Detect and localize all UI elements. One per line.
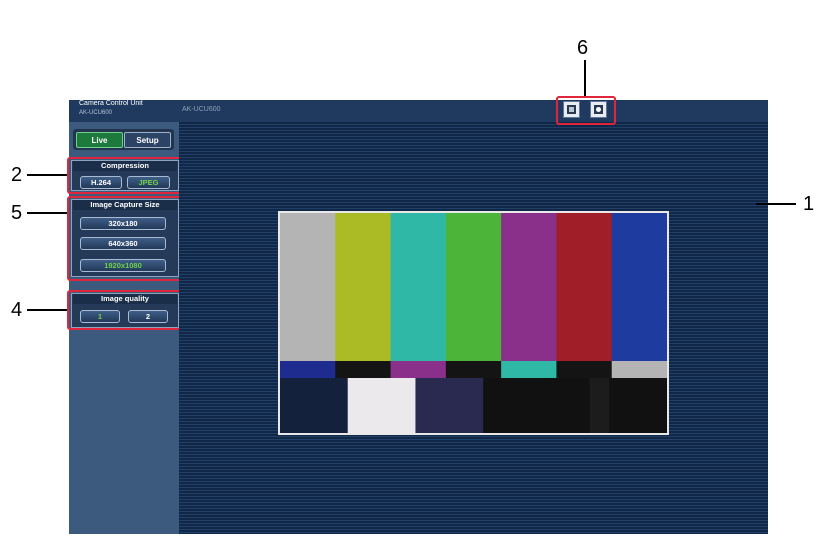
callout-line-2	[27, 174, 67, 176]
color-bar-mid	[501, 361, 557, 378]
color-bar-top	[280, 213, 336, 361]
color-bar-bottom	[570, 378, 591, 433]
tab-setup[interactable]: Setup	[124, 132, 171, 148]
color-bar-mid	[280, 361, 336, 378]
color-bar-top	[501, 213, 557, 361]
callout-box-2	[67, 157, 183, 194]
callout-line-5	[27, 212, 67, 214]
callout-box-6	[556, 96, 616, 125]
color-bars-svg	[280, 213, 668, 433]
color-bar-bottom	[415, 378, 484, 433]
callout-box-4	[67, 290, 183, 330]
callout-number-6: 6	[577, 37, 589, 59]
color-bar-bottom	[589, 378, 610, 433]
callout-number-5: 5	[11, 202, 23, 224]
tab-live[interactable]: Live	[76, 132, 123, 148]
callout-number-4: 4	[11, 299, 23, 321]
color-bar-mid	[335, 361, 392, 378]
color-bar-bottom	[608, 378, 668, 433]
callout-number-2: 2	[11, 164, 23, 186]
callout-line-4	[27, 309, 67, 311]
color-bar-mid	[445, 361, 502, 378]
color-bar-bottom	[280, 378, 349, 433]
color-bar-mid	[390, 361, 447, 378]
callout-line-6	[584, 60, 586, 96]
camera-label: AK-UCU600	[182, 106, 221, 113]
callout-number-1: 1	[803, 193, 815, 215]
color-bar-top	[556, 213, 613, 361]
color-bar-top	[335, 213, 392, 361]
color-bar-bottom	[347, 378, 416, 433]
color-bar-top	[611, 213, 668, 361]
callout-box-5	[67, 196, 183, 281]
color-bar-mid	[611, 361, 668, 378]
color-bar-top	[445, 213, 502, 361]
color-bar-top	[390, 213, 447, 361]
color-bars-image	[278, 211, 669, 435]
color-bar-bottom	[483, 378, 552, 433]
color-bar-bottom	[550, 378, 571, 433]
model-name: AK-UCU600	[79, 110, 113, 116]
callout-line-1	[756, 203, 796, 205]
title-bar	[69, 100, 768, 122]
color-bar-mid	[556, 361, 613, 378]
app-title: Camera Control Unit	[79, 100, 143, 107]
